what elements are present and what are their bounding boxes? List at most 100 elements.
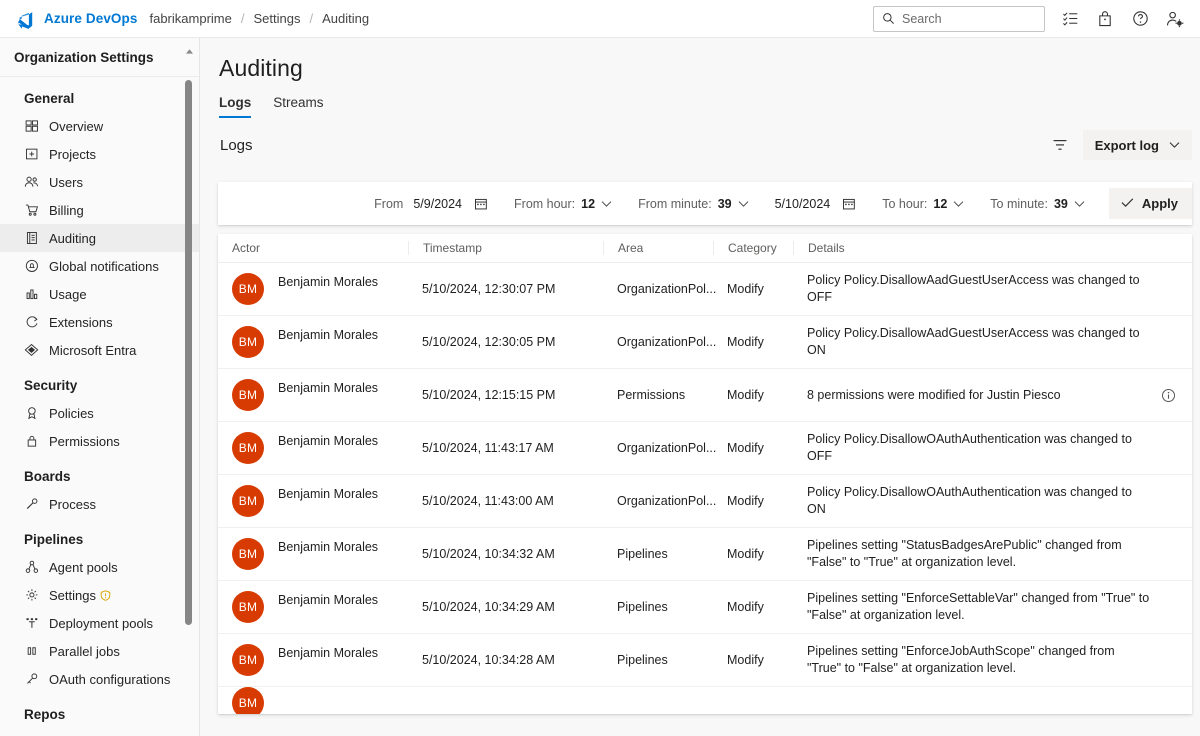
timestamp-cell: 5/10/2024, 12:30:05 PM xyxy=(408,335,603,349)
area-cell: Permissions xyxy=(603,388,713,402)
calendar-icon[interactable] xyxy=(841,196,856,211)
agent-pool-icon xyxy=(24,560,39,575)
from-hour-dropdown[interactable]: From hour: 12 xyxy=(514,197,612,211)
sidebar-item-users[interactable]: Users xyxy=(0,168,199,196)
lock-icon xyxy=(24,434,39,449)
sidebar-item-process[interactable]: Process xyxy=(0,490,199,518)
tab-streams[interactable]: Streams xyxy=(273,95,323,120)
category-cell: Modify xyxy=(713,653,793,667)
sidebar-item-agent-pools[interactable]: Agent pools xyxy=(0,553,199,581)
column-header-area[interactable]: Area xyxy=(603,241,713,255)
table-row[interactable]: BM Benjamin Morales 5/10/2024, 11:43:00 … xyxy=(218,475,1192,528)
category-cell: Modify xyxy=(713,282,793,296)
help-circle-icon[interactable] xyxy=(1131,10,1149,28)
table-row[interactable]: BM Benjamin Morales 5/10/2024, 10:34:29 … xyxy=(218,581,1192,634)
breadcrumb-organization[interactable]: fabrikamprime xyxy=(149,11,231,26)
table-row[interactable]: BM Benjamin Morales 5/10/2024, 12:30:05 … xyxy=(218,316,1192,369)
chevron-down-icon xyxy=(1074,198,1085,209)
actor-name: Benjamin Morales xyxy=(278,540,378,554)
top-navigation-bar: Azure DevOps fabrikamprime / Settings / … xyxy=(0,0,1200,38)
tasks-icon[interactable] xyxy=(1061,10,1079,28)
actor-cell: BM Benjamin Morales xyxy=(218,379,408,411)
project-icon xyxy=(24,147,39,162)
table-row[interactable]: BM Benjamin Morales 5/10/2024, 12:30:07 … xyxy=(218,263,1192,316)
entra-icon xyxy=(24,343,39,358)
details-cell: Pipelines setting "EnforceJobAuthScope" … xyxy=(793,643,1192,677)
filter-icon[interactable] xyxy=(1047,132,1073,158)
sidebar-scrollbar[interactable] xyxy=(185,38,194,736)
actor-name: Benjamin Morales xyxy=(278,328,378,342)
table-row[interactable]: BM Benjamin Morales 5/10/2024, 10:34:32 … xyxy=(218,528,1192,581)
sidebar-item-overview[interactable]: Overview xyxy=(0,112,199,140)
tab-bar: Logs Streams xyxy=(200,82,1200,120)
tab-logs[interactable]: Logs xyxy=(219,95,251,120)
to-hour-value: 12 xyxy=(933,197,947,211)
sidebar-item-extensions[interactable]: Extensions xyxy=(0,308,199,336)
sidebar-group-general: General xyxy=(0,77,199,112)
sidebar-item-global-notifications[interactable]: Global notifications xyxy=(0,252,199,280)
to-hour-dropdown[interactable]: To hour: 12 xyxy=(882,197,964,211)
table-row[interactable]: BM xyxy=(218,687,1192,714)
sidebar-group-repos: Repos xyxy=(0,693,199,728)
parallel-jobs-icon xyxy=(24,644,39,659)
sidebar-item-policies[interactable]: Policies xyxy=(0,399,199,427)
sidebar-scrollbar-thumb[interactable] xyxy=(185,80,192,625)
sidebar-item-parallel-jobs[interactable]: Parallel jobs xyxy=(0,637,199,665)
category-cell: Modify xyxy=(713,335,793,349)
column-header-details[interactable]: Details xyxy=(793,241,1192,255)
column-header-actor[interactable]: Actor xyxy=(218,241,408,255)
timestamp-cell: 5/10/2024, 10:34:28 AM xyxy=(408,653,603,667)
sidebar-item-label: Permissions xyxy=(49,434,120,449)
to-minute-dropdown[interactable]: To minute: 39 xyxy=(990,197,1085,211)
sidebar-item-microsoft-entra[interactable]: Microsoft Entra xyxy=(0,336,199,364)
table-header-row: Actor Timestamp Area Category Details xyxy=(218,234,1192,263)
sidebar-item-projects[interactable]: Projects xyxy=(0,140,199,168)
chevron-down-icon xyxy=(1169,140,1180,151)
from-minute-dropdown[interactable]: From minute: 39 xyxy=(638,197,749,211)
to-date-value[interactable]: 5/10/2024 xyxy=(775,197,831,211)
main-content: Auditing Logs Streams Logs Export log xyxy=(200,38,1200,736)
sidebar-item-oauth-configurations[interactable]: OAuth configurations xyxy=(0,665,199,693)
info-icon[interactable] xyxy=(1160,387,1176,403)
sidebar-item-deployment-pools[interactable]: Deployment pools xyxy=(0,609,199,637)
marketplace-bag-icon[interactable] xyxy=(1096,10,1114,28)
sidebar-item-billing[interactable]: Billing xyxy=(0,196,199,224)
details-cell: 8 permissions were modified for Justin P… xyxy=(793,387,1192,404)
deployment-pool-icon xyxy=(24,616,39,631)
logs-toolbar: Logs Export log xyxy=(200,124,1200,166)
audit-log-table: Actor Timestamp Area Category Details BM… xyxy=(218,234,1192,714)
sidebar-item-usage[interactable]: Usage xyxy=(0,280,199,308)
chevron-down-icon xyxy=(601,198,612,209)
breadcrumb-separator: / xyxy=(241,11,245,26)
column-header-category[interactable]: Category xyxy=(713,241,793,255)
chevron-down-icon xyxy=(738,198,749,209)
date-filter-bar: From 5/9/2024 From hour: 12 From minute:… xyxy=(218,182,1192,225)
calendar-icon[interactable] xyxy=(473,196,488,211)
column-header-timestamp[interactable]: Timestamp xyxy=(408,241,603,255)
brand-label[interactable]: Azure DevOps xyxy=(44,11,137,26)
breadcrumb-auditing[interactable]: Auditing xyxy=(322,11,369,26)
timestamp-cell: 5/10/2024, 10:34:29 AM xyxy=(408,600,603,614)
actor-cell: BM Benjamin Morales xyxy=(218,432,408,464)
sidebar-item-settings[interactable]: Settings xyxy=(0,581,199,609)
user-settings-icon[interactable] xyxy=(1166,10,1184,28)
scroll-up-arrow-icon[interactable] xyxy=(185,42,194,49)
details-cell: Pipelines setting "StatusBadgesArePublic… xyxy=(793,537,1192,571)
breadcrumb-settings[interactable]: Settings xyxy=(253,11,300,26)
search-input[interactable]: Search xyxy=(873,6,1045,32)
table-row[interactable]: BM Benjamin Morales 5/10/2024, 11:43:17 … xyxy=(218,422,1192,475)
actor-name: Benjamin Morales xyxy=(278,593,378,607)
details-cell: Policy Policy.DisallowAadGuestUserAccess… xyxy=(793,272,1192,306)
apply-button[interactable]: Apply xyxy=(1109,188,1192,219)
azure-devops-logo-icon[interactable] xyxy=(14,8,36,30)
table-row[interactable]: BM Benjamin Morales 5/10/2024, 10:34:28 … xyxy=(218,634,1192,687)
sidebar-item-label: Microsoft Entra xyxy=(49,343,136,358)
sidebar-item-auditing[interactable]: Auditing xyxy=(0,224,199,252)
table-row[interactable]: BM Benjamin Morales 5/10/2024, 12:15:15 … xyxy=(218,369,1192,422)
details-cell: Pipelines setting "EnforceSettableVar" c… xyxy=(793,590,1192,624)
from-date-value[interactable]: 5/9/2024 xyxy=(413,197,462,211)
actor-name: Benjamin Morales xyxy=(278,434,378,448)
sidebar-item-permissions[interactable]: Permissions xyxy=(0,427,199,455)
sidebar-item-label: Deployment pools xyxy=(49,616,153,631)
export-log-button[interactable]: Export log xyxy=(1083,130,1192,160)
